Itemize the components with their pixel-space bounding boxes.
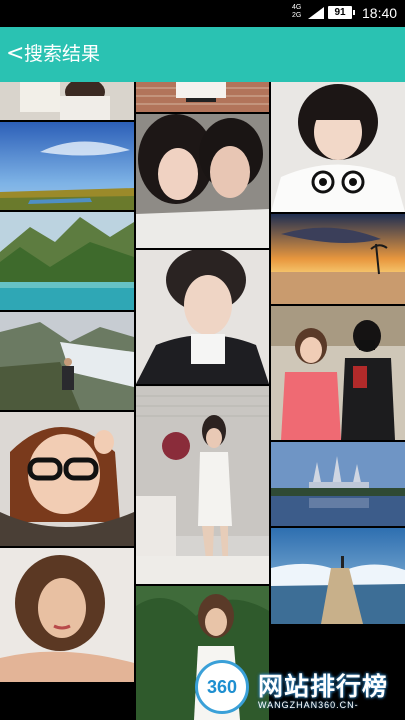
watermark-url: WANGZHAN360.CN- bbox=[258, 700, 359, 710]
result-image[interactable] bbox=[0, 548, 134, 682]
result-image[interactable] bbox=[0, 212, 134, 310]
result-image[interactable] bbox=[136, 82, 269, 112]
back-arrow-icon[interactable]: < bbox=[6, 41, 24, 67]
battery-icon: 91 bbox=[328, 6, 355, 19]
page-title: 搜索结果 bbox=[24, 43, 101, 65]
result-image[interactable] bbox=[271, 442, 405, 526]
network-4g-label: 4G bbox=[292, 4, 302, 11]
network-indicator: 4G 2G bbox=[292, 4, 301, 20]
result-image[interactable] bbox=[271, 306, 405, 440]
result-image[interactable] bbox=[271, 214, 405, 304]
result-image[interactable] bbox=[271, 82, 405, 212]
status-bar: 4G 2G 91 18:40 bbox=[0, 0, 405, 27]
watermark-name: 网站排行榜 bbox=[258, 672, 389, 701]
site-watermark: 360 网站排行榜 WANGZHAN360.CN- bbox=[190, 655, 405, 720]
result-image[interactable] bbox=[136, 250, 269, 384]
360-logo-icon: 360 bbox=[195, 660, 249, 714]
clock: 18:40 bbox=[362, 5, 398, 21]
result-image[interactable] bbox=[136, 114, 269, 248]
image-results-grid bbox=[0, 82, 405, 720]
network-2g-label: 2G bbox=[292, 12, 302, 19]
result-image[interactable] bbox=[0, 312, 134, 410]
result-image[interactable] bbox=[271, 528, 405, 624]
result-image[interactable] bbox=[0, 122, 134, 210]
result-image[interactable] bbox=[136, 386, 269, 584]
result-image[interactable] bbox=[0, 82, 134, 120]
result-image[interactable] bbox=[0, 412, 134, 546]
app-bar: < 搜索结果 bbox=[0, 27, 405, 82]
signal-icon bbox=[308, 7, 324, 19]
